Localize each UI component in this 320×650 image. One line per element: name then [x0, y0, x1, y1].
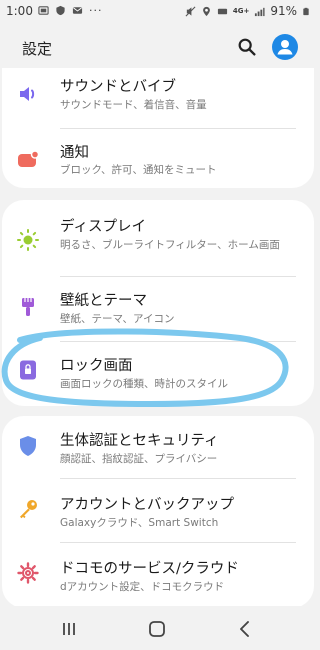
item-title: アカウントとバックアップ [60, 497, 234, 513]
key-icon [20, 500, 37, 519]
status-bar: 1:00 ··· 4G+ 91% [0, 0, 316, 24]
cast-icon [38, 6, 49, 15]
home-icon[interactable] [146, 618, 168, 640]
volume-icon [20, 87, 35, 101]
app-header: 設定 [0, 24, 316, 74]
person-icon [277, 40, 293, 55]
item-subtitle: サウンドモード、着信音、音量 [60, 99, 207, 111]
item-title: ディスプレイ [60, 219, 146, 235]
battery-percent: 91% [270, 4, 297, 18]
mail-icon [72, 7, 83, 14]
settings-item-display[interactable]: ディスプレイ 明るさ、ブルーライトフィルター、ホーム画面 [2, 200, 314, 276]
search-icon[interactable] [236, 36, 258, 58]
item-title: サウンドとバイブ [60, 79, 176, 95]
settings-item-notifications[interactable]: 通知 ブロック、許可、通知をミュート [2, 130, 314, 188]
mute-icon [185, 6, 196, 16]
shield-status-icon [56, 5, 65, 16]
item-subtitle: 明るさ、ブルーライトフィルター、ホーム画面 [60, 239, 280, 251]
item-subtitle: 壁紙、テーマ、アイコン [60, 313, 175, 325]
shield-icon [20, 436, 36, 456]
settings-item-lock-screen[interactable]: ロック画面 画面ロックの種類、時計のスタイル [2, 342, 314, 402]
divider [60, 128, 296, 129]
settings-card-sound-notifications: サウンドとバイブ サウンドモード、着信音、音量 通知 ブロック、許可、通知をミュ… [2, 68, 314, 188]
back-icon[interactable] [234, 618, 256, 640]
settings-item-sound[interactable]: サウンドとバイブ サウンドモード、着信音、音量 [2, 68, 314, 118]
screen-record-icon [217, 8, 227, 14]
signal-icon [255, 7, 265, 16]
more-notifications-icon: ··· [89, 4, 103, 17]
item-subtitle: 画面ロックの種類、時計のスタイル [60, 378, 228, 390]
settings-item-wallpaper[interactable]: 壁紙とテーマ 壁紙、テーマ、アイコン [2, 277, 314, 335]
battery-icon [303, 7, 309, 15]
settings-card-display: ディスプレイ 明るさ、ブルーライトフィルター、ホーム画面 壁紙とテーマ 壁紙、テ… [2, 200, 314, 406]
recent-apps-icon[interactable] [58, 618, 80, 640]
item-subtitle: 顔認証、指紋認証、プライバシー [60, 453, 218, 465]
notification-icon [18, 150, 40, 167]
item-subtitle: ブロック、許可、通知をミュート [60, 164, 217, 176]
page-title: 設定 [22, 40, 53, 58]
status-time: 1:00 [6, 4, 33, 18]
item-title: 壁紙とテーマ [60, 293, 147, 309]
location-icon [202, 6, 210, 16]
brightness-icon [17, 229, 39, 251]
settings-card-security: 生体認証とセキュリティ 顔認証、指紋認証、プライバシー アカウントとバックアップ… [2, 416, 314, 608]
paintbrush-icon [22, 298, 34, 316]
navigation-bar [0, 606, 316, 650]
item-subtitle: Galaxyクラウド、Smart Switch [60, 517, 219, 529]
settings-item-accounts[interactable]: アカウントとバックアップ Galaxyクラウド、Smart Switch [2, 479, 314, 541]
network-type: 4G+ [232, 7, 250, 15]
item-subtitle: dアカウント設定、ドコモクラウド [60, 581, 225, 593]
account-avatar[interactable] [272, 34, 298, 60]
settings-item-docomo[interactable]: ドコモのサービス/クラウド dアカウント設定、ドコモクラウド [2, 543, 314, 605]
settings-item-security[interactable]: 生体認証とセキュリティ 顔認証、指紋認証、プライバシー [2, 416, 314, 474]
item-title: 生体認証とセキュリティ [60, 433, 219, 449]
item-title: ドコモのサービス/クラウド [60, 561, 239, 577]
gear-icon [17, 562, 39, 584]
item-title: ロック画面 [60, 358, 133, 374]
item-title: 通知 [60, 145, 89, 161]
lock-icon [20, 360, 36, 380]
